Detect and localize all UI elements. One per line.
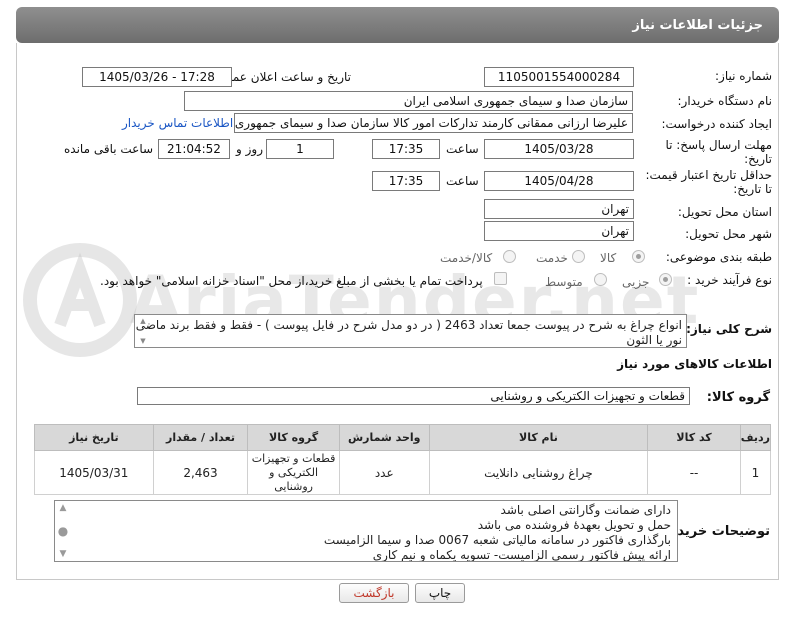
days-label: روز و <box>236 142 263 156</box>
scroll-thumb-icon[interactable]: ● <box>58 524 68 538</box>
category-label: طبقه بندی موضوعی: <box>665 250 772 264</box>
process-option-minor: جزیی <box>622 275 650 289</box>
buyer-notes-textarea[interactable]: دارای ضمانت وگارانتی اصلی باشد حمل و تحو… <box>54 500 678 562</box>
page-title: جزئیات اطلاعات نیاز <box>632 17 763 33</box>
buyer-org-label: نام دستگاه خریدار: <box>677 94 773 108</box>
validity-time-field: 17:35 <box>372 171 440 191</box>
need-number-label: شماره نیاز: <box>715 69 772 83</box>
cell-name: چراغ روشنایی دانلایت <box>428 450 649 495</box>
creator-label: ایجاد کننده درخواست: <box>661 117 772 131</box>
deadline-time-label: ساعت <box>446 142 479 156</box>
deadline-time-field: 17:35 <box>372 139 440 159</box>
days-remaining-field: 1 <box>266 139 334 159</box>
cell-quantity: 2,463 <box>152 450 249 495</box>
buyer-notes-scrollbar[interactable]: ▲ ● ▼ <box>57 503 69 559</box>
process-label: نوع فرآیند خرید : <box>687 273 772 287</box>
scroll-down-icon[interactable]: ▼ <box>60 549 67 559</box>
validity-label: حداقل تاریخ اعتبار قیمت: <box>645 168 772 182</box>
watermark-logo <box>20 240 140 360</box>
cell-group-line-2: الکتریکی و <box>269 465 319 479</box>
province-field: تهران <box>484 199 634 219</box>
goods-table: ردیف کد کالا نام کالا واحد شمارش گروه کا… <box>34 424 772 495</box>
col-code: کد کالا <box>647 424 741 451</box>
category-option-service: خدمت <box>536 251 568 265</box>
description-label: شرح کلی نیاز: <box>686 322 772 336</box>
contact-info-link[interactable]: اطلاعات تماس خریدار <box>122 116 233 130</box>
cell-date: 1405/03/31 <box>34 450 154 495</box>
process-radio-medium[interactable] <box>594 273 607 286</box>
category-radio-goods[interactable] <box>632 250 645 263</box>
need-number-field: 1105001554000284 <box>484 67 634 87</box>
print-button[interactable]: چاپ <box>415 583 465 603</box>
city-field: تهران <box>484 221 634 241</box>
col-row: ردیف <box>739 424 772 451</box>
category-radio-service[interactable] <box>572 250 585 263</box>
panel-header: جزئیات اطلاعات نیاز <box>16 7 779 43</box>
description-scrollbar[interactable]: ▲ ▼ <box>137 317 149 345</box>
validity-time-label: ساعت <box>446 174 479 188</box>
cell-group-line-1: قطعات و تجهیزات <box>251 451 336 465</box>
announce-field: 1405/03/26 - 17:28 <box>82 67 232 87</box>
deadline-label-date: تاریخ: <box>744 152 772 166</box>
process-radio-minor[interactable] <box>659 273 672 286</box>
buyer-note-line: بارگذاری فاکتور در سامانه مالیاتی شعبه 0… <box>323 533 671 547</box>
treasury-payment-checkbox[interactable] <box>494 272 507 285</box>
category-option-goods-service: کالا/خدمت <box>440 251 493 265</box>
description-line-1: انواع چراغ به شرح در پیوست جمعا تعداد 24… <box>135 318 682 332</box>
cell-unit: عدد <box>338 450 430 495</box>
province-label: استان محل تحویل: <box>677 205 772 219</box>
goods-group-field: قطعات و تجهیزات الکتریکی و روشنایی <box>137 387 690 405</box>
cell-group-line-3: روشنایی <box>274 479 313 493</box>
col-unit: واحد شمارش <box>338 424 430 451</box>
cell-code: -- <box>647 450 741 495</box>
buyer-note-line: ارائه پیش فاکتور رسمی الزامیست- تسویه یک… <box>372 548 671 562</box>
category-option-goods: کالا <box>600 251 617 265</box>
buyer-note-line: دارای ضمانت وگارانتی اصلی باشد <box>500 503 671 517</box>
creator-field: علیرضا ارزانی ممقانی کارمند تدارکات امور… <box>234 113 633 133</box>
remaining-time-field: 21:04:52 <box>158 139 230 159</box>
buyer-note-line: حمل و تحویل بعهدهٔ فروشنده می باشد <box>477 518 671 532</box>
col-quantity: تعداد / مقدار <box>152 424 249 451</box>
goods-group-label: گروه کالا: <box>706 390 770 405</box>
cell-index: 1 <box>739 450 772 495</box>
goods-section-title: اطلاعات کالاهای مورد نیاز <box>617 357 772 371</box>
table-header-row: ردیف کد کالا نام کالا واحد شمارش گروه کا… <box>34 424 772 451</box>
remaining-label: ساعت باقی مانده <box>64 142 154 156</box>
description-line-2: نور یا الثون <box>626 333 682 347</box>
scroll-down-icon[interactable]: ▼ <box>140 337 145 345</box>
process-option-medium: متوسط <box>545 275 583 289</box>
deadline-date-field: 1405/03/28 <box>484 139 634 159</box>
treasury-payment-note: پرداخت تمام یا بخشی از مبلغ خرید،از محل … <box>100 274 483 288</box>
category-radio-goods-service[interactable] <box>503 250 516 263</box>
description-textarea[interactable]: انواع چراغ به شرح در پیوست جمعا تعداد 24… <box>134 314 687 348</box>
city-label: شهر محل تحویل: <box>685 227 772 241</box>
scroll-up-icon[interactable]: ▲ <box>140 317 145 325</box>
validity-date-field: 1405/04/28 <box>484 171 634 191</box>
col-group: گروه کالا <box>247 424 340 451</box>
validity-label-date: تا تاریخ: <box>733 182 772 196</box>
back-button[interactable]: بازگشت <box>339 583 409 603</box>
buyer-org-field: سازمان صدا و سیمای جمهوری اسلامی ایران <box>184 91 633 111</box>
deadline-label: مهلت ارسال پاسخ: تا <box>665 138 772 152</box>
col-date: تاریخ نیاز <box>34 424 154 451</box>
scroll-up-icon[interactable]: ▲ <box>60 503 67 513</box>
col-name: نام کالا <box>428 424 649 451</box>
table-row[interactable]: 1 -- چراغ روشنایی دانلایت عدد قطعات و تج… <box>34 450 772 495</box>
cell-group: قطعات و تجهیزات الکتریکی و روشنایی <box>247 450 340 495</box>
